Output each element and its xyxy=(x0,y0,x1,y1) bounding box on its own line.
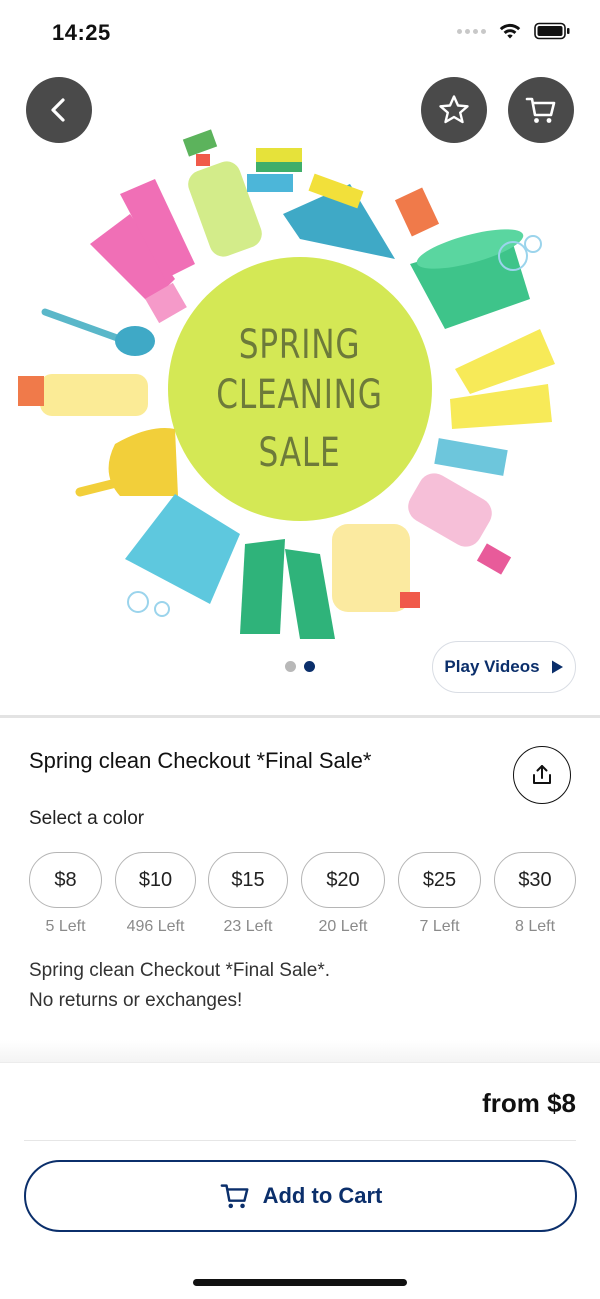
option-25[interactable]: $25 7 Left xyxy=(398,852,481,936)
carousel-pager[interactable] xyxy=(285,661,315,672)
footer-divider xyxy=(24,1140,576,1141)
signal-icon xyxy=(457,28,486,34)
option-pill[interactable]: $10 xyxy=(115,852,196,908)
battery-icon xyxy=(534,22,570,40)
price-label: from $8 xyxy=(482,1088,576,1118)
banner-text-line1: SPRING xyxy=(239,322,361,368)
green-bucket-icon xyxy=(410,229,542,329)
blue-bucket-icon xyxy=(125,494,240,617)
home-indicator[interactable] xyxy=(193,1279,407,1286)
option-pill[interactable]: $8 xyxy=(29,852,102,908)
pink-gloves-icon xyxy=(90,179,195,324)
product-description: Spring clean Checkout *Final Sale*. No r… xyxy=(29,956,330,1016)
star-icon xyxy=(439,95,469,124)
option-stock: 23 Left xyxy=(223,918,273,935)
play-icon xyxy=(551,660,563,674)
spray-bottle-left-icon xyxy=(18,374,148,416)
description-line-2: No returns or exchanges! xyxy=(29,990,243,1011)
back-arrow-icon xyxy=(51,98,65,122)
product-title: Spring clean Checkout *Final Sale* xyxy=(29,748,372,773)
option-8[interactable]: $8 5 Left xyxy=(29,852,102,936)
banner-text-line2: CLEANING xyxy=(216,372,382,418)
wifi-icon xyxy=(499,23,521,39)
option-pill[interactable]: $30 xyxy=(494,852,576,908)
option-15[interactable]: $15 23 Left xyxy=(208,852,288,936)
banner-text-line3: SALE xyxy=(259,430,341,476)
option-20[interactable]: $20 20 Left xyxy=(301,852,385,936)
pager-dot-2-active[interactable] xyxy=(304,661,315,672)
pager-dot-1[interactable] xyxy=(285,661,296,672)
option-pill[interactable]: $15 xyxy=(208,852,288,908)
dustpan-icon xyxy=(75,428,178,497)
color-options: $8 5 Left $10 496 Left $15 23 Left $20 2… xyxy=(29,852,600,942)
product-image[interactable]: SPRING CLEANING SALE xyxy=(0,64,600,716)
option-10[interactable]: $10 496 Left xyxy=(115,852,196,936)
status-time: 14:25 xyxy=(52,20,111,45)
description-line-1: Spring clean Checkout *Final Sale*. xyxy=(29,960,331,981)
status-bar: 14:25 xyxy=(0,0,600,64)
status-icons xyxy=(457,22,570,40)
footer-shadow xyxy=(0,1040,600,1064)
option-stock: 8 Left xyxy=(514,918,556,935)
share-icon xyxy=(533,765,551,784)
option-pill[interactable]: $20 xyxy=(301,852,385,908)
broom-icon xyxy=(283,173,395,259)
option-stock: 20 Left xyxy=(318,918,368,935)
cart-icon xyxy=(525,97,556,123)
add-to-cart-label: Add to Cart xyxy=(262,1183,383,1208)
scrub-brush-icon xyxy=(434,438,508,476)
option-30[interactable]: $30 8 Left xyxy=(494,852,576,936)
cart-button[interactable] xyxy=(508,77,574,143)
select-color-label: Select a color xyxy=(29,808,145,829)
green-gloves-icon xyxy=(240,539,335,639)
spring-cleaning-illustration: SPRING CLEANING SALE xyxy=(18,129,555,639)
favorite-button[interactable] xyxy=(421,77,487,143)
option-stock: 496 Left xyxy=(126,918,185,935)
sponge-small-icon xyxy=(394,187,440,237)
option-pill[interactable]: $25 xyxy=(398,852,481,908)
play-videos-label: Play Videos xyxy=(444,657,540,676)
pink-spray-icon xyxy=(408,473,512,575)
spray-bottle-icon xyxy=(182,129,262,257)
share-button[interactable] xyxy=(513,746,571,804)
add-to-cart-button[interactable]: Add to Cart xyxy=(24,1160,577,1232)
toilet-brush-icon xyxy=(41,308,155,356)
option-stock: 7 Left xyxy=(419,918,460,935)
back-button[interactable] xyxy=(26,77,92,143)
sponges-icon xyxy=(247,148,302,192)
detergent-jug-icon xyxy=(332,524,420,612)
cart-icon xyxy=(220,1184,249,1209)
option-stock: 5 Left xyxy=(45,918,86,935)
section-divider xyxy=(0,715,600,718)
yellow-gloves-icon xyxy=(450,329,555,429)
play-videos-button[interactable]: Play Videos xyxy=(432,641,576,693)
